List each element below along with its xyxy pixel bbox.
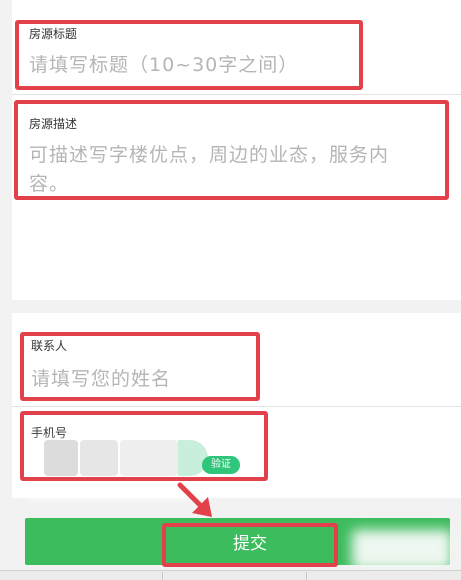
field-divider (12, 406, 461, 407)
contact-highlight-box (20, 332, 260, 401)
submit-button[interactable]: 提交 (166, 527, 334, 563)
toolbar-divider (162, 572, 163, 580)
title-highlight-box (15, 20, 363, 90)
phone-highlight-box (20, 411, 268, 481)
field-divider (12, 94, 461, 95)
bottom-toolbar (0, 570, 461, 580)
description-highlight-box (14, 100, 449, 200)
toolbar-divider (306, 572, 307, 580)
blurred-watermark (352, 530, 452, 570)
